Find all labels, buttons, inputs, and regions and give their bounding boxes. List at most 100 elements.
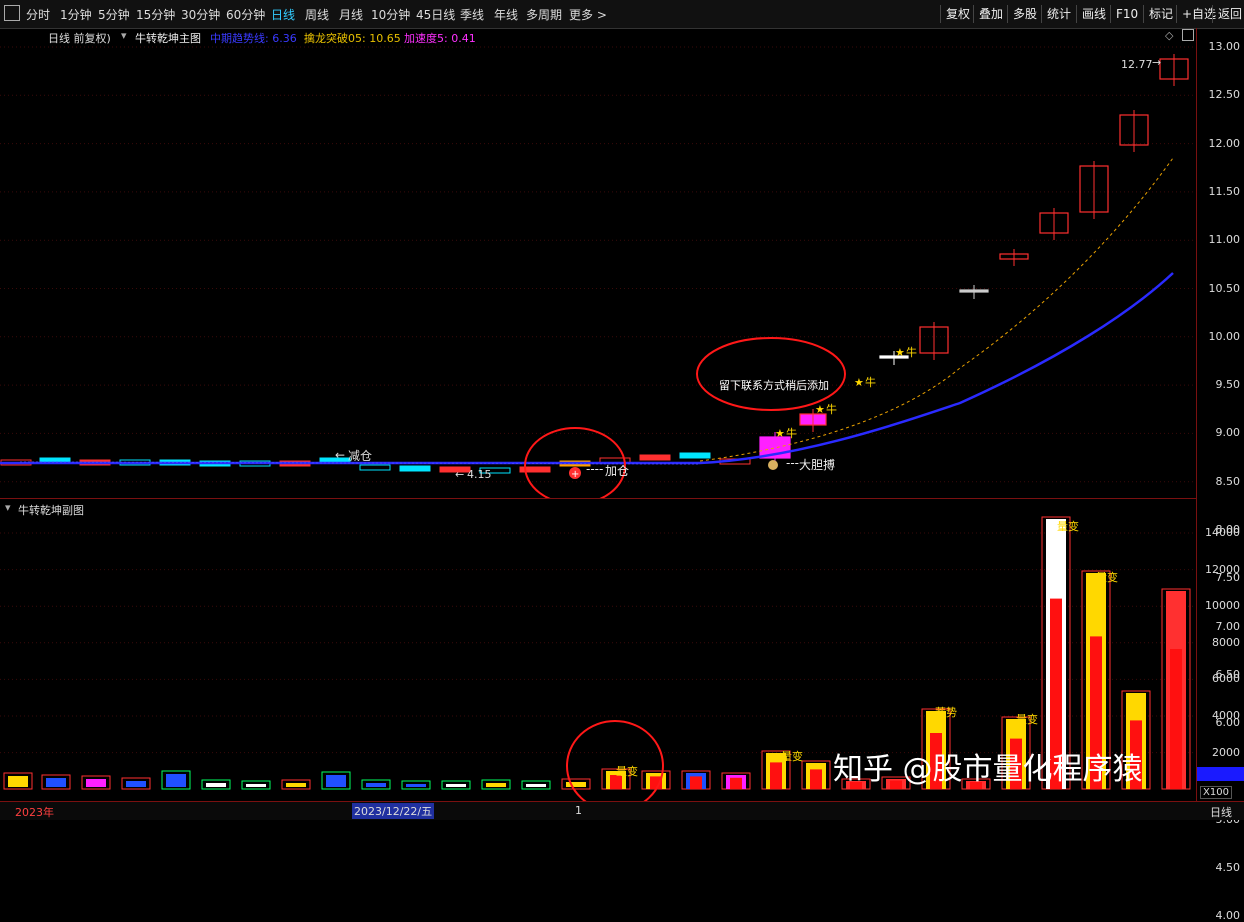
volume-bar-inner	[730, 777, 742, 789]
svg-text:+: +	[571, 469, 579, 480]
price-axis: 13.00 12.50 12.00 11.50 11.00 10.50 10.00 9.50 9…	[1196, 28, 1244, 922]
volume-bar	[8, 776, 28, 787]
label-volume-change-2: 量变	[781, 750, 803, 763]
volume-bar	[526, 784, 546, 787]
tab-monthly[interactable]: 月线	[339, 6, 363, 23]
price-tick: 13.00	[1208, 40, 1241, 53]
label-reduce: 减仓	[348, 449, 373, 463]
label-gamble: 大胆搏	[799, 458, 836, 472]
candle	[399, 465, 431, 472]
price-tick: 12.50	[1208, 88, 1241, 102]
tab-multi-period[interactable]: 多周期	[526, 6, 562, 23]
candlestick-chart[interactable]: + ★ ★ ★ ★	[0, 28, 1197, 498]
btn-stats[interactable]: 统计	[1041, 5, 1071, 23]
label-volume-change-5: 量变	[1057, 520, 1079, 533]
tab-quarter[interactable]: 季线	[460, 6, 484, 23]
volume-marker	[1197, 767, 1244, 781]
volume-bar	[286, 783, 306, 787]
note-text: 留下联系方式稍后添加	[719, 379, 829, 392]
low-price-label: 4.15	[467, 468, 492, 481]
btn-multi-stock[interactable]: 多股	[1007, 5, 1037, 23]
btn-overlay[interactable]: 叠加	[973, 5, 1003, 23]
candle	[639, 454, 671, 461]
year-label: 2023年	[15, 806, 54, 819]
time-axis: 2023年 2023/12/22/五 1 日线	[0, 801, 1244, 820]
arrow-gamble: ---	[786, 456, 799, 470]
volume-bar	[566, 782, 586, 787]
volume-bar	[326, 775, 346, 787]
candle	[679, 452, 711, 459]
price-tick: 9.50	[1215, 378, 1241, 392]
btn-add-watchlist[interactable]: +自选	[1176, 5, 1216, 23]
price-tick: 8.50	[1215, 474, 1241, 488]
volume-tick: 14000	[1205, 526, 1240, 539]
price-tick: 12.00	[1208, 136, 1241, 150]
volume-bar	[206, 783, 226, 787]
tab-45day[interactable]: 45日线	[416, 6, 455, 23]
volume-tick: 10000	[1205, 599, 1240, 613]
btn-f10[interactable]: F10	[1110, 5, 1138, 23]
bull-star-3: ★	[854, 376, 864, 389]
volume-bar	[406, 784, 426, 787]
bull-star-4: ★	[895, 346, 905, 359]
volume-bar	[366, 783, 386, 787]
money-bag-icon	[768, 460, 778, 470]
tab-10min[interactable]: 10分钟	[371, 6, 410, 23]
tab-year[interactable]: 年线	[494, 6, 518, 23]
tab-daily[interactable]: 日线	[271, 6, 295, 23]
volume-axis: 14000 12000 10000 8000 6000 4000 2000	[1196, 499, 1244, 801]
tab-5min[interactable]: 5分钟	[98, 6, 130, 23]
low-arrow: ←	[455, 468, 465, 481]
volume-tick: 6000	[1212, 672, 1240, 686]
label-volume-change-3: 量变	[1016, 713, 1038, 726]
tab-more[interactable]: 更多 >	[569, 6, 607, 23]
tab-60min[interactable]: 60分钟	[226, 6, 265, 23]
price-tick: 10.50	[1208, 281, 1241, 295]
label-volume-change-4: 量变	[1096, 571, 1118, 584]
btn-back[interactable]: 返回	[1212, 5, 1242, 23]
breakout-line	[699, 157, 1174, 462]
price-tick: 4.00	[1215, 909, 1241, 922]
volume-bar	[86, 779, 106, 787]
period-marker: 1	[575, 804, 582, 817]
volume-bar-inner	[810, 769, 822, 789]
bull-label-3: 牛	[865, 376, 876, 389]
volume-tick: 12000	[1205, 562, 1240, 576]
period-label: 日线	[1210, 806, 1232, 819]
price-tick: 11.50	[1208, 184, 1241, 198]
high-price-label: 12.77	[1121, 58, 1153, 71]
label-momentum: 蓄势	[935, 706, 957, 719]
tab-1min[interactable]: 1分钟	[60, 6, 92, 23]
btn-fuquan[interactable]: 复权	[940, 5, 970, 23]
volume-bar	[486, 783, 506, 787]
volume-bar	[126, 781, 146, 787]
volume-tick: 2000	[1212, 745, 1240, 759]
volume-bar-inner	[690, 776, 702, 789]
label-add: 加仓	[605, 464, 630, 478]
arrow-add: ----	[586, 462, 604, 476]
volume-bar-inner	[1170, 649, 1182, 789]
btn-mark[interactable]: 标记	[1143, 5, 1173, 23]
trend-line	[0, 272, 1174, 465]
volume-bar	[246, 784, 266, 787]
bull-star-1: ★	[775, 427, 785, 440]
period-toolbar: 分时 1分钟 5分钟 15分钟 30分钟 60分钟 日线 周线 月线 10分钟 …	[0, 0, 1244, 29]
arrow-reduce: ←	[335, 448, 346, 462]
volume-bar-inner	[770, 762, 782, 789]
high-arrow: →	[1152, 56, 1162, 69]
panel-toggle-icon[interactable]	[4, 5, 20, 21]
price-tick: 11.00	[1208, 233, 1241, 247]
volume-bar	[46, 778, 66, 787]
bull-label-4: 牛	[906, 346, 917, 359]
price-tick: 4.50	[1215, 861, 1241, 875]
tab-fenshi[interactable]: 分时	[26, 6, 50, 23]
btn-draw[interactable]: 画线	[1076, 5, 1106, 23]
unit-label: X100	[1200, 786, 1232, 799]
tab-15min[interactable]: 15分钟	[136, 6, 175, 23]
tab-30min[interactable]: 30分钟	[181, 6, 220, 23]
highlight-circle-note	[696, 337, 846, 411]
tab-weekly[interactable]: 周线	[305, 6, 329, 23]
volume-tick: 4000	[1212, 709, 1240, 722]
candle	[359, 464, 391, 471]
label-volume-change-1: 量变	[616, 765, 638, 778]
